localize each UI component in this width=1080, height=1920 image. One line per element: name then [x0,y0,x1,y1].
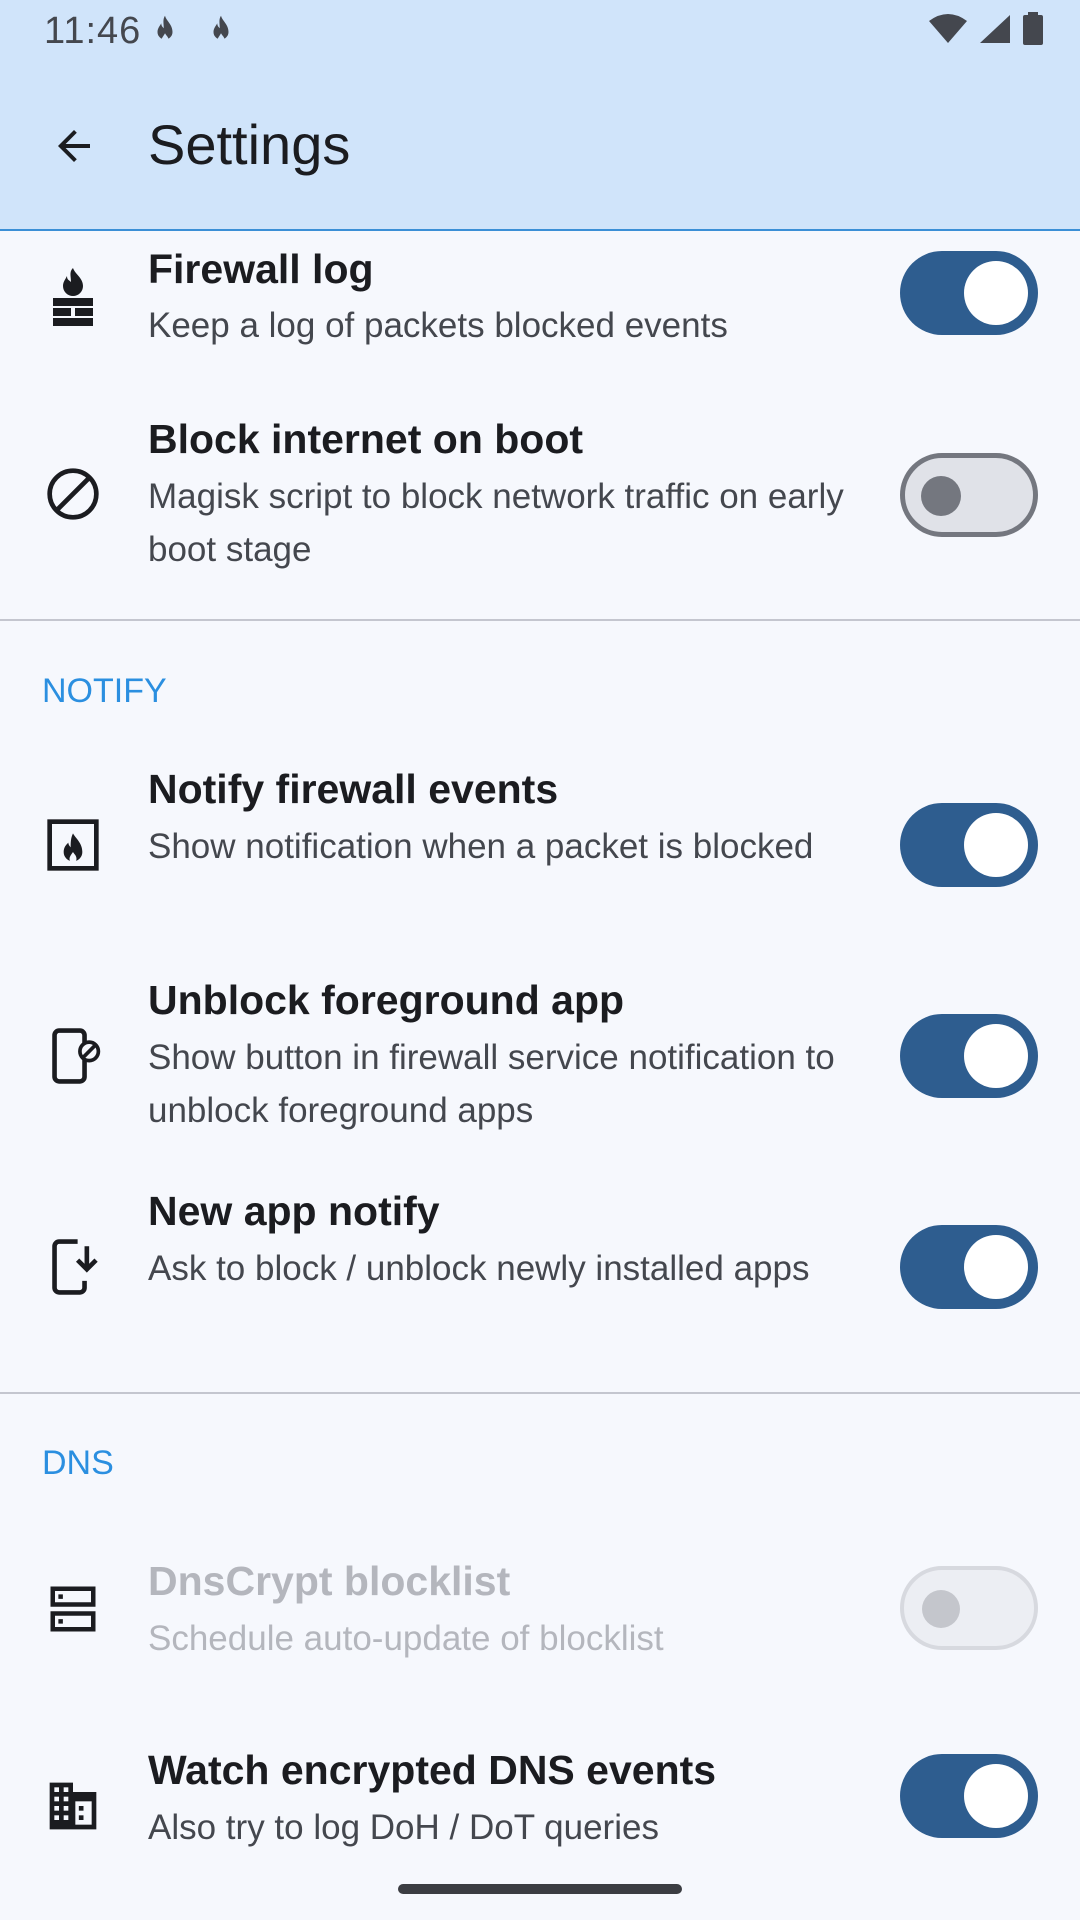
switch-knob [964,813,1028,877]
home-indicator[interactable] [398,1884,682,1894]
unblock-foreground-app-switch[interactable] [900,1014,1038,1098]
section-divider [0,619,1080,621]
setting-title: New app notify [148,1188,440,1234]
setting-summary: Ask to block / unblock newly installed a… [148,1249,810,1288]
setting-summary: Schedule auto-update of blocklist [148,1619,664,1658]
new-app-notify-switch[interactable] [900,1225,1038,1309]
notify-firewall-events-switch[interactable] [900,803,1038,887]
watch-encrypted-dns-events-switch[interactable] [900,1754,1038,1838]
wifi-icon [929,14,967,43]
section-header-dns: DNS [42,1444,114,1482]
top-app-bar: 11:46 Settings [0,0,1080,231]
fire-notification-icon [38,810,108,880]
setting-row-firewall-log[interactable]: Firewall log Keep a log of packets block… [0,231,1080,386]
setting-title: Watch encrypted DNS events [148,1747,717,1793]
setting-row-unblock-foreground-app[interactable]: Unblock foreground app Show button in fi… [0,961,1080,1161]
setting-row-new-app-notify[interactable]: New app notify Ask to block / unblock ne… [0,1172,1080,1372]
switch-knob [921,476,961,516]
setting-title: Block internet on boot [148,416,584,462]
setting-row-watch-encrypted-dns-events[interactable]: Watch encrypted DNS events Also try to l… [0,1735,1080,1875]
arrow-back-icon [58,130,90,162]
setting-summary: Show button in firewall service notifica… [148,1038,835,1130]
firewall-icon [38,263,108,333]
setting-row-dnscrypt-blocklist: DnsCrypt blocklist Schedule auto-update … [0,1538,1080,1678]
flame-icon [213,15,229,45]
switch-knob [964,261,1028,325]
install-mobile-icon [38,1232,108,1302]
page-title: Settings [148,113,351,176]
status-time: 11:46 [44,10,142,52]
battery-icon [1023,12,1043,45]
back-button[interactable] [40,112,108,180]
setting-summary: Keep a log of packets blocked events [148,306,728,345]
flame-icon [157,15,173,45]
block-icon [38,459,108,529]
switch-knob [964,1764,1028,1828]
setting-title: Firewall log [148,246,374,292]
dnscrypt-blocklist-switch [900,1566,1038,1650]
block-internet-on-boot-switch[interactable] [900,453,1038,537]
firewall-log-switch[interactable] [900,251,1038,335]
section-header-notify: NOTIFY [42,672,167,710]
section-divider [0,1392,1080,1394]
setting-summary: Magisk script to block network traffic o… [148,477,844,569]
switch-knob [964,1235,1028,1299]
setting-title: DnsCrypt blocklist [148,1558,511,1604]
cellular-signal-icon [980,15,1010,43]
switch-knob [922,1590,960,1628]
setting-title: Unblock foreground app [148,977,625,1023]
setting-row-notify-firewall-events[interactable]: Notify firewall events Show notification… [0,750,1080,950]
switch-knob [964,1024,1028,1088]
dns-server-icon [38,1574,108,1644]
setting-title: Notify firewall events [148,766,559,812]
setting-summary: Show notification when a packet is block… [148,827,814,866]
phone-unblock-icon [38,1021,108,1091]
setting-summary: Also try to log DoH / DoT queries [148,1808,659,1847]
domain-icon [38,1771,108,1841]
setting-row-block-internet-on-boot[interactable]: Block internet on boot Magisk script to … [0,400,1080,615]
